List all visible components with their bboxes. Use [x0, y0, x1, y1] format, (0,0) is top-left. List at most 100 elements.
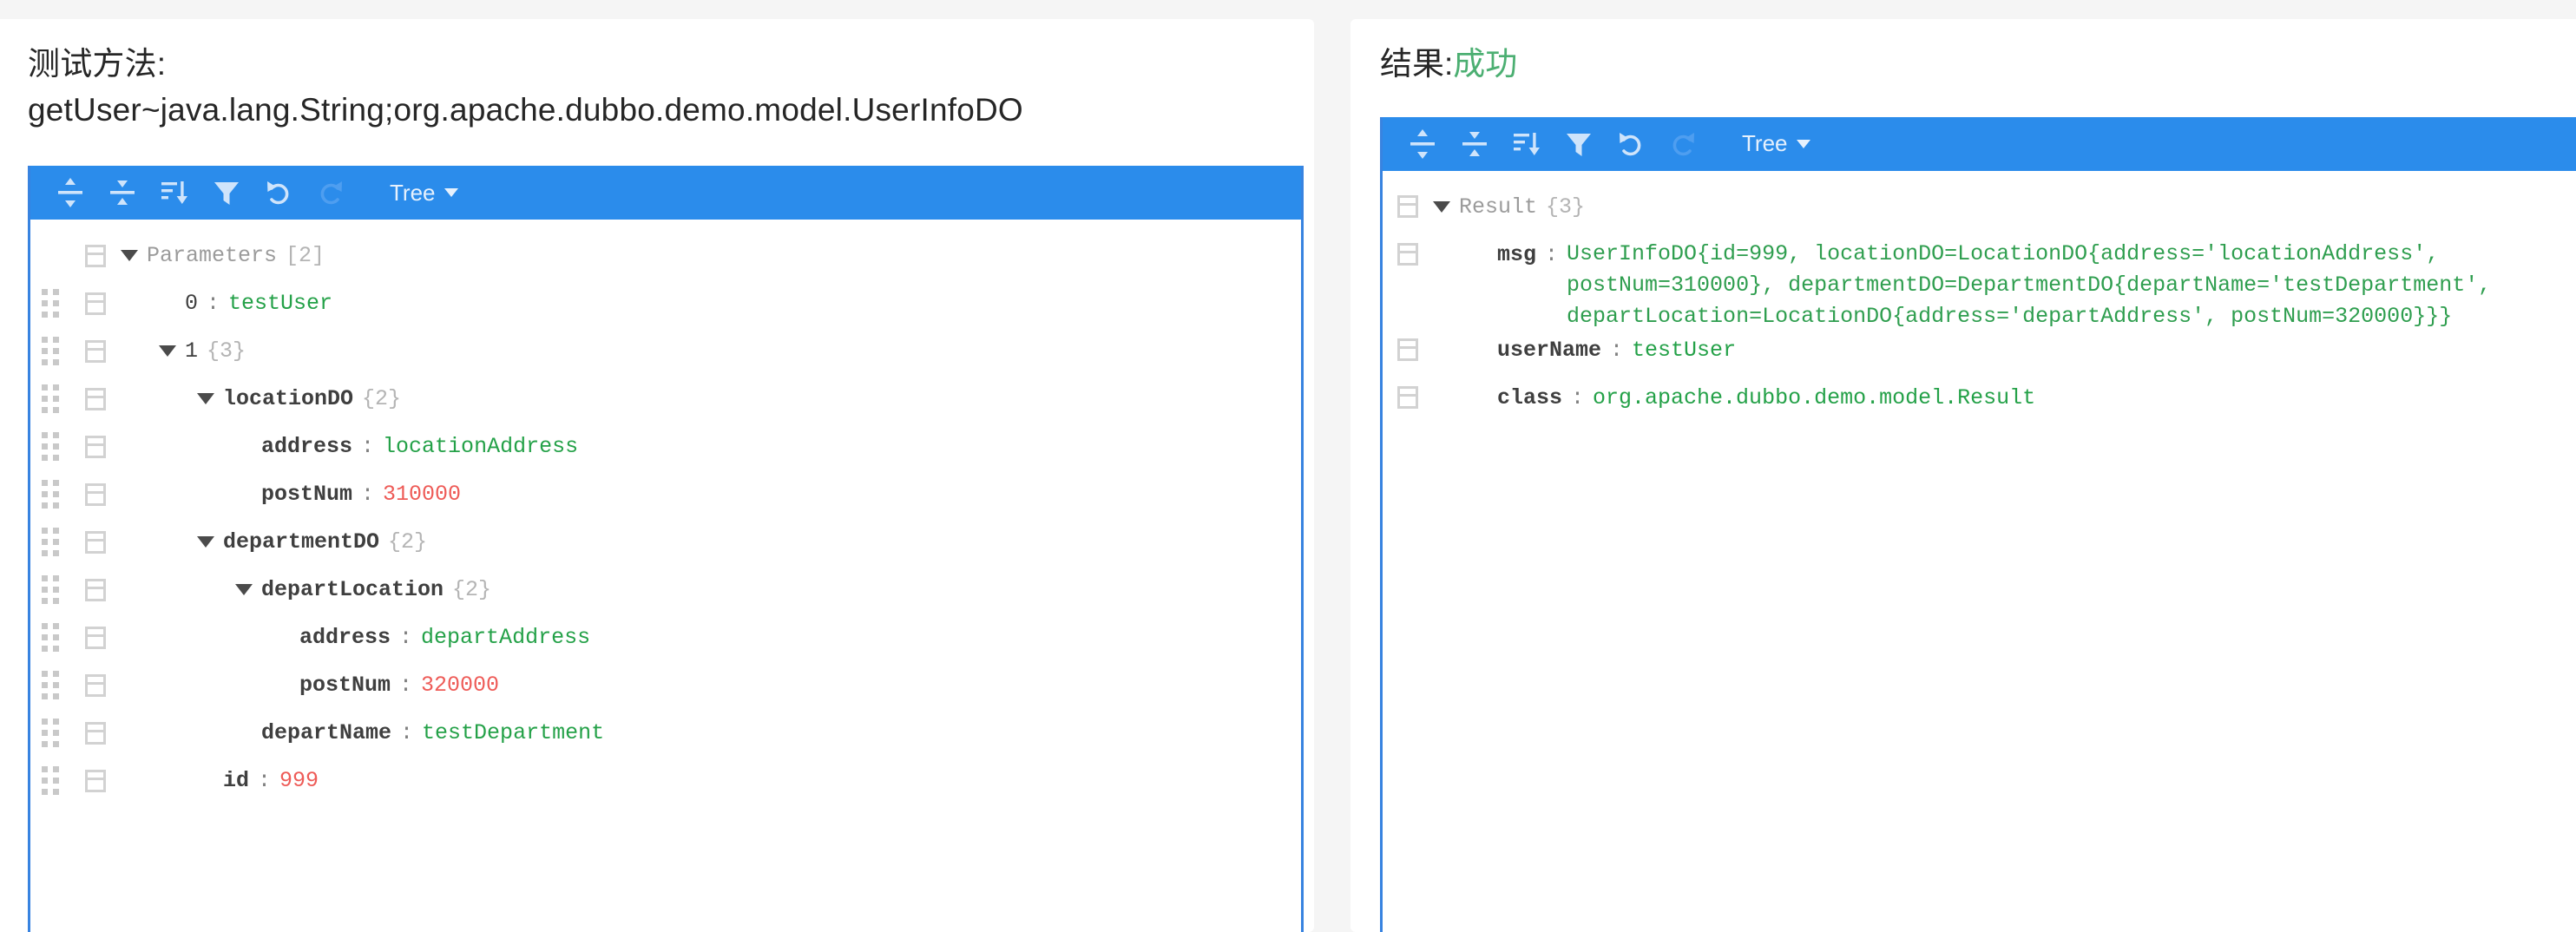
editor-mode-selector[interactable]: Tree — [384, 170, 463, 215]
tree-value[interactable]: 999 — [279, 757, 319, 804]
context-menu-icon[interactable] — [70, 614, 121, 661]
drag-handle-icon[interactable] — [30, 375, 70, 423]
tree-row[interactable]: id:999 — [30, 757, 1301, 804]
context-menu-glyph — [1397, 338, 1418, 361]
collapse-toggle-icon[interactable] — [235, 566, 261, 614]
drag-handle-icon[interactable] — [30, 279, 70, 327]
drag-handle-icon[interactable] — [30, 518, 70, 566]
tree-key[interactable]: postNum — [261, 470, 352, 518]
expand-all-icon[interactable] — [48, 170, 93, 215]
sort-icon[interactable] — [152, 170, 197, 215]
tree-value[interactable]: testDepartment — [422, 709, 604, 757]
result-tree[interactable]: Result{3}msg:UserInfoDO{id=999, location… — [1383, 171, 2576, 932]
tree-key[interactable]: Result — [1459, 183, 1537, 231]
context-menu-icon[interactable] — [70, 709, 121, 757]
result-label: 结果: — [1380, 46, 1453, 82]
tree-value[interactable]: locationAddress — [383, 423, 578, 470]
tree-key[interactable]: address — [299, 614, 391, 661]
context-menu-icon[interactable] — [70, 661, 121, 709]
indent-spacer — [1433, 374, 1471, 375]
tree-row[interactable]: msg:UserInfoDO{id=999, locationDO=Locati… — [1383, 231, 2576, 326]
indent-spacer — [121, 375, 197, 376]
tree-key[interactable]: 0 — [185, 279, 198, 327]
redo-icon[interactable] — [308, 170, 353, 215]
tree-value[interactable]: departAddress — [421, 614, 590, 661]
context-menu-icon[interactable] — [70, 327, 121, 375]
tree-key[interactable]: locationDO — [223, 375, 353, 423]
tree-key[interactable]: class — [1497, 374, 1562, 422]
context-menu-icon[interactable] — [70, 279, 121, 327]
parameters-tree[interactable]: Parameters[2]0:testUser1{3}locationDO{2}… — [30, 220, 1301, 932]
collapse-all-icon[interactable] — [100, 170, 145, 215]
tree-row[interactable]: Result{3} — [1383, 183, 2576, 231]
tree-row[interactable]: departLocation{2} — [30, 566, 1301, 614]
drag-handle-icon[interactable] — [30, 709, 70, 757]
tree-key[interactable]: msg — [1497, 231, 1536, 279]
context-menu-icon[interactable] — [70, 232, 121, 279]
tree-row[interactable]: address:departAddress — [30, 614, 1301, 661]
drag-handle-icon[interactable] — [30, 661, 70, 709]
tree-row[interactable]: userName:testUser — [1383, 326, 2576, 374]
tree-row[interactable]: postNum:310000 — [30, 470, 1301, 518]
tree-key[interactable]: 1 — [185, 327, 198, 375]
expand-all-icon[interactable] — [1400, 121, 1445, 167]
context-menu-icon[interactable] — [70, 566, 121, 614]
tree-value[interactable]: UserInfoDO{id=999, locationDO=LocationDO… — [1567, 231, 2491, 332]
drag-handle-icon[interactable] — [30, 757, 70, 804]
drag-handle-icon[interactable] — [30, 614, 70, 661]
drag-handle-icon[interactable] — [30, 327, 70, 375]
sort-icon[interactable] — [1504, 121, 1549, 167]
tree-row[interactable]: Parameters[2] — [30, 232, 1301, 279]
context-menu-icon[interactable] — [1383, 231, 1433, 279]
key-value-separator: : — [207, 279, 220, 327]
tree-row[interactable]: 1{3} — [30, 327, 1301, 375]
tree-row[interactable]: 0:testUser — [30, 279, 1301, 327]
drag-handle-icon[interactable] — [30, 470, 70, 518]
tree-key[interactable]: departName — [261, 709, 391, 757]
triangle-down-icon — [159, 345, 176, 357]
collapse-all-icon[interactable] — [1452, 121, 1497, 167]
tree-key[interactable]: userName — [1497, 326, 1601, 374]
drag-handle-icon[interactable] — [30, 423, 70, 470]
collapse-toggle-icon[interactable] — [197, 375, 223, 423]
tree-row[interactable]: departmentDO{2} — [30, 518, 1301, 566]
tree-key[interactable]: departLocation — [261, 566, 444, 614]
context-menu-glyph — [85, 579, 106, 601]
tree-key[interactable]: Parameters — [147, 232, 277, 279]
tree-row[interactable]: address:locationAddress — [30, 423, 1301, 470]
tree-value[interactable]: org.apache.dubbo.demo.model.Result — [1593, 374, 2035, 422]
tree-key[interactable]: id — [223, 757, 249, 804]
tree-row[interactable]: locationDO{2} — [30, 375, 1301, 423]
context-menu-icon[interactable] — [70, 423, 121, 470]
filter-icon[interactable] — [1556, 121, 1601, 167]
undo-icon[interactable] — [1608, 121, 1653, 167]
context-menu-icon[interactable] — [70, 470, 121, 518]
tree-key[interactable]: departmentDO — [223, 518, 379, 566]
tree-value[interactable]: testUser — [1632, 326, 1736, 374]
context-menu-icon[interactable] — [1383, 183, 1433, 231]
drag-handle-icon[interactable] — [30, 566, 70, 614]
undo-icon[interactable] — [256, 170, 301, 215]
tree-row[interactable]: departName:testDepartment — [30, 709, 1301, 757]
context-menu-glyph — [85, 770, 106, 792]
filter-icon[interactable] — [204, 170, 249, 215]
tree-row[interactable]: class:org.apache.dubbo.demo.model.Result — [1383, 374, 2576, 422]
redo-icon[interactable] — [1660, 121, 1705, 167]
context-menu-icon[interactable] — [1383, 326, 1433, 374]
context-menu-icon[interactable] — [70, 518, 121, 566]
tree-key[interactable]: postNum — [299, 661, 391, 709]
tree-key[interactable]: address — [261, 423, 352, 470]
tree-value[interactable]: 320000 — [421, 661, 499, 709]
tree-row[interactable]: postNum:320000 — [30, 661, 1301, 709]
context-menu-icon[interactable] — [70, 757, 121, 804]
tree-value[interactable]: testUser — [228, 279, 332, 327]
context-menu-icon[interactable] — [70, 375, 121, 423]
collapse-toggle-icon[interactable] — [1433, 183, 1459, 231]
collapse-toggle-icon[interactable] — [121, 232, 147, 279]
tree-value[interactable]: 310000 — [383, 470, 461, 518]
editor-mode-selector[interactable]: Tree — [1737, 121, 1816, 167]
context-menu-icon[interactable] — [1383, 374, 1433, 422]
key-value-pair: address:locationAddress — [261, 423, 578, 470]
collapse-toggle-icon[interactable] — [159, 327, 185, 375]
collapse-toggle-icon[interactable] — [197, 518, 223, 566]
